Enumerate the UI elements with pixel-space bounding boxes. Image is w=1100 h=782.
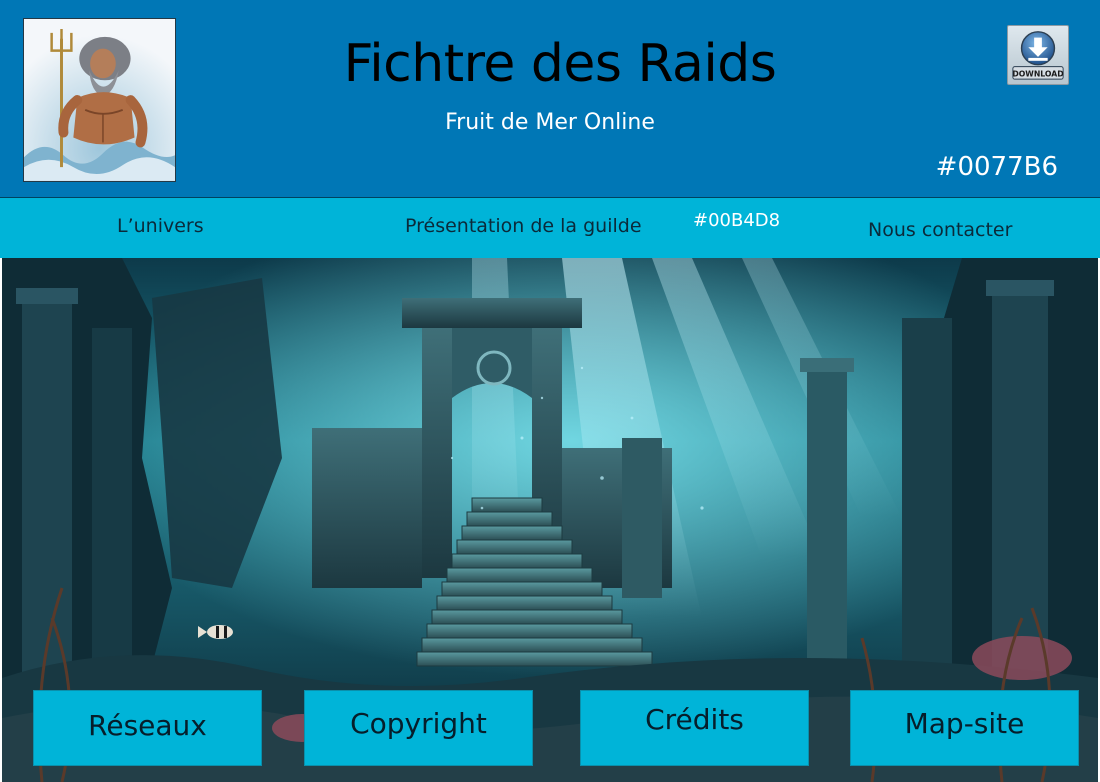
nav-item-contact[interactable]: Nous contacter bbox=[868, 219, 1012, 241]
download-icon: DOWNLOAD bbox=[1012, 31, 1064, 80]
download-button[interactable]: DOWNLOAD bbox=[1007, 25, 1069, 85]
site-title: Fichtre des Raids bbox=[343, 34, 777, 94]
map-site-button[interactable]: Map-site bbox=[850, 690, 1079, 766]
nav-item-univers[interactable]: L’univers bbox=[117, 215, 204, 237]
map-site-label: Map-site bbox=[904, 707, 1025, 740]
main-nav: L’univers Présentation de la guilde #00B… bbox=[0, 198, 1100, 258]
nav-color-code: #00B4D8 bbox=[693, 210, 781, 231]
header-color-code: #0077B6 bbox=[935, 152, 1058, 182]
copyright-button[interactable]: Copyright bbox=[304, 690, 533, 766]
download-label: DOWNLOAD bbox=[1012, 69, 1063, 78]
credits-label: Crédits bbox=[645, 703, 744, 736]
site-subtitle: Fruit de Mer Online bbox=[445, 110, 655, 135]
poseidon-logo-icon[interactable] bbox=[23, 18, 176, 182]
copyright-label: Copyright bbox=[350, 707, 487, 740]
credits-button[interactable]: Crédits bbox=[580, 690, 809, 766]
site-header: Fichtre des Raids Fruit de Mer Online #0… bbox=[0, 0, 1100, 198]
reseaux-label: Réseaux bbox=[88, 709, 207, 742]
nav-item-guilde[interactable]: Présentation de la guilde bbox=[405, 215, 642, 237]
reseaux-button[interactable]: Réseaux bbox=[33, 690, 262, 766]
